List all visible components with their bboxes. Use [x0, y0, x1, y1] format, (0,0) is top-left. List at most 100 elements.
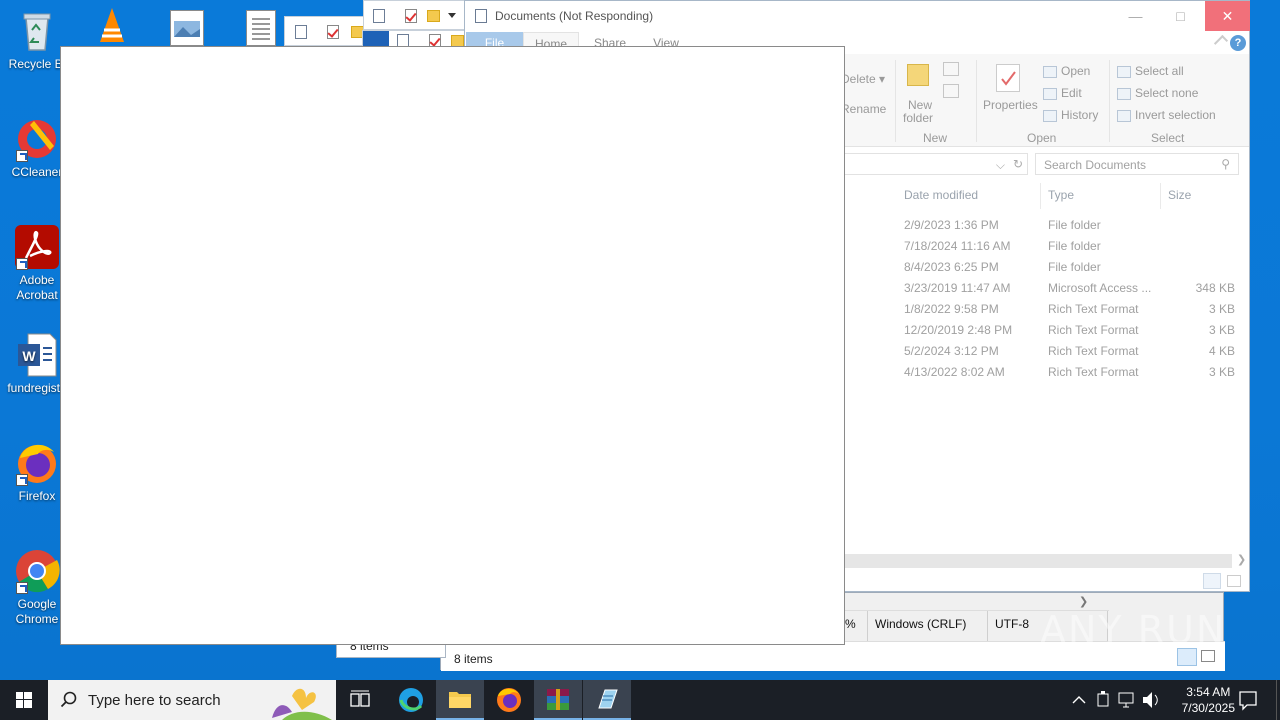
cell-date-modified: 7/18/2024 11:16 AM [904, 239, 1011, 253]
tray-device-icon[interactable] [1092, 680, 1114, 720]
search-input[interactable]: Search Documents ⚲ [1035, 153, 1239, 175]
column-date-modified[interactable]: Date modified [904, 188, 978, 202]
open-group-label: Open [1027, 131, 1057, 145]
background-window-toolbar [284, 16, 374, 46]
ribbon-separator [976, 60, 977, 142]
edit-icon [1043, 87, 1057, 100]
column-separator [1040, 183, 1041, 209]
history-button[interactable]: History [1043, 108, 1098, 122]
chevron-down-icon[interactable] [448, 13, 456, 18]
ccleaner-icon [14, 116, 60, 162]
new-group-label: New [923, 131, 948, 145]
shortcut-arrow-icon [16, 474, 28, 486]
windows-logo-icon [16, 692, 32, 708]
window-title: Documents (Not Responding) [495, 9, 654, 23]
folder-icon [427, 10, 440, 22]
invert-selection-button[interactable]: Invert selection [1117, 108, 1216, 122]
blank-window[interactable] [60, 46, 845, 645]
delete-button[interactable]: Delete ▾ [841, 72, 885, 86]
notepad-icon [598, 689, 618, 709]
details-view-icon[interactable] [1203, 573, 1221, 589]
chevron-down-icon[interactable]: ⌵ [996, 158, 1005, 173]
folder-icon [449, 692, 471, 708]
taskbar-clock[interactable]: 3:54 AM 7/30/2025 [1182, 684, 1235, 716]
select-all-button[interactable]: Select all [1117, 64, 1184, 78]
tray-volume-icon[interactable] [1139, 680, 1161, 720]
cell-size: 3 KB [1208, 365, 1235, 379]
cell-date-modified: 3/23/2019 11:47 AM [904, 281, 1011, 295]
close-button[interactable]: ✕ [1205, 1, 1250, 31]
adobe-acrobat-icon [14, 224, 60, 270]
search-highlight-icon [272, 688, 332, 720]
search-placeholder: Type here to search [88, 692, 221, 709]
text-file-icon[interactable] [246, 10, 276, 46]
document-icon [475, 9, 487, 23]
open-icon [1043, 65, 1057, 78]
minimize-button[interactable]: — [1113, 1, 1158, 31]
cell-date-modified: 8/4/2023 6:25 PM [904, 260, 999, 274]
edge-icon [399, 688, 423, 712]
rename-button[interactable]: Rename [841, 102, 886, 116]
chrome-icon [14, 548, 60, 594]
document-icon [373, 9, 385, 23]
help-icon[interactable]: ? [1230, 35, 1246, 51]
vlc-icon[interactable] [94, 6, 130, 46]
collapse-ribbon-icon[interactable] [1213, 34, 1229, 50]
properties-check-icon [405, 9, 417, 23]
speaker-icon [1143, 692, 1158, 708]
recycle-bin-icon [14, 8, 60, 54]
select-none-button[interactable]: Select none [1117, 86, 1198, 100]
address-bar[interactable]: ⌵ ↻ [841, 153, 1028, 175]
new-folder-icon [907, 64, 929, 86]
new-folder-label-2[interactable]: folder [903, 111, 933, 125]
winrar-icon [547, 689, 569, 710]
network-icon [1118, 692, 1134, 708]
taskbar-edge[interactable] [387, 680, 435, 720]
show-hidden-icons-button[interactable] [1068, 680, 1090, 720]
title-bar[interactable]: Documents (Not Responding) — □ ✕ [465, 1, 1250, 32]
zoom-level: % [845, 617, 856, 631]
action-center-button[interactable] [1234, 680, 1262, 720]
open-button[interactable]: Open [1043, 64, 1090, 78]
scroll-right-icon[interactable]: ❯ [1237, 553, 1246, 566]
ribbon-separator [1109, 60, 1110, 142]
scroll-right-icon[interactable]: ❯ [1079, 595, 1088, 608]
taskbar-search[interactable]: Type here to search [48, 680, 336, 720]
background-window-toolbar-2 [363, 0, 466, 30]
easy-access-icon[interactable] [943, 84, 959, 98]
properties-icon [996, 64, 1020, 92]
maximize-button[interactable]: □ [1158, 1, 1203, 31]
show-desktop-button[interactable] [1276, 680, 1280, 720]
taskbar-notepad[interactable] [583, 680, 631, 720]
column-type[interactable]: Type [1048, 188, 1074, 202]
clock-date: 7/30/2025 [1181, 701, 1235, 715]
shortcut-arrow-icon [16, 258, 28, 270]
new-folder-label[interactable]: New [908, 98, 932, 112]
taskbar: Type here to search 3:54 AM 7/30/2025 [0, 680, 1280, 720]
edit-button[interactable]: Edit [1043, 86, 1082, 100]
start-button[interactable] [0, 680, 48, 720]
task-view-button[interactable] [336, 680, 384, 720]
cell-date-modified: 2/9/2023 1:36 PM [904, 218, 999, 232]
removable-device-icon [1097, 691, 1109, 707]
refresh-icon[interactable]: ↻ [1013, 157, 1023, 171]
chevron-up-icon [1072, 696, 1086, 704]
cell-date-modified: 12/20/2019 2:48 PM [904, 323, 1013, 337]
large-icons-view-icon[interactable] [1227, 575, 1241, 587]
firefox-icon [14, 440, 60, 486]
select-all-icon [1117, 65, 1131, 78]
properties-button[interactable]: Properties [983, 98, 1038, 112]
word-document-icon: W [14, 332, 60, 378]
status-divider [867, 611, 868, 641]
new-item-icon[interactable] [943, 62, 959, 76]
image-file-icon[interactable] [170, 10, 204, 46]
encoding: UTF-8 [995, 617, 1029, 631]
taskbar-winrar[interactable] [534, 680, 582, 720]
taskbar-firefox[interactable] [485, 680, 533, 720]
tray-network-icon[interactable] [1115, 680, 1137, 720]
select-group-label: Select [1151, 131, 1185, 145]
taskbar-file-explorer[interactable] [436, 680, 484, 720]
item-count: 8 items [454, 652, 493, 666]
column-size[interactable]: Size [1168, 188, 1191, 202]
horizontal-scrollbar[interactable] [845, 554, 1232, 568]
